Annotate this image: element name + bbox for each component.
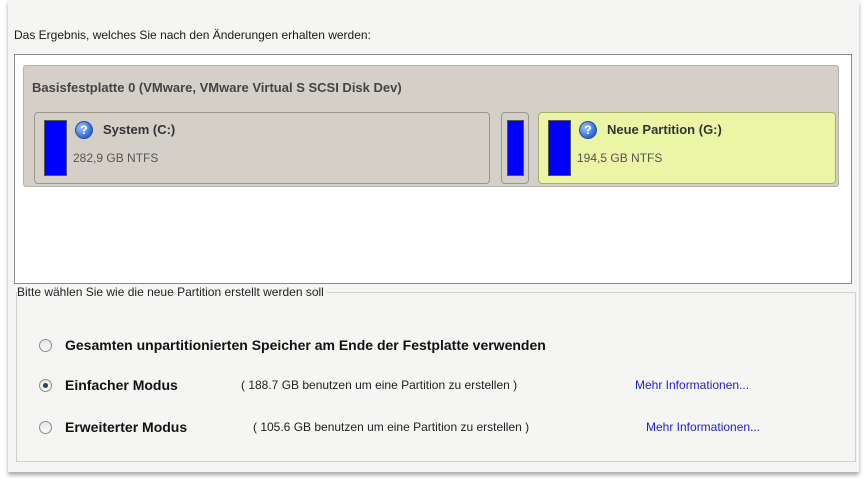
radio-simple-mode[interactable] <box>39 379 52 392</box>
option-label[interactable]: Gesamten unpartitionierten Speicher am E… <box>65 337 546 353</box>
partition-info: 282,9 GB NTFS <box>73 151 159 165</box>
partition-usage-bar <box>548 120 571 176</box>
question-icon: ? <box>579 121 597 139</box>
radio-advanced-mode[interactable] <box>39 421 52 434</box>
radio-use-all[interactable] <box>39 339 52 352</box>
group-legend: Bitte wählen Sie wie die neue Partition … <box>17 285 327 299</box>
disk-map-area: Basisfestplatte 0 (VMware, VMware Virtua… <box>14 54 852 284</box>
more-info-link[interactable]: Mehr Informationen... <box>635 378 749 392</box>
partition-usage-bar <box>507 120 524 176</box>
option-description: ( 188.7 GB benutzen um eine Partition zu… <box>241 378 518 392</box>
partition-new[interactable]: ? Neue Partition (G:) 194,5 GB NTFS <box>538 112 836 184</box>
option-description: ( 105.6 GB benutzen um eine Partition zu… <box>253 420 530 434</box>
partition-usage-bar <box>44 120 67 176</box>
question-icon: ? <box>75 121 93 139</box>
partition-name: System (C:) <box>103 122 176 137</box>
partition-name: Neue Partition (G:) <box>607 122 722 137</box>
result-label: Das Ergebnis, welches Sie nach den Änder… <box>14 28 371 42</box>
option-label[interactable]: Erweiterter Modus <box>65 419 187 435</box>
partition-system[interactable]: ? System (C:) 282,9 GB NTFS <box>34 112 490 184</box>
partition-unallocated[interactable] <box>501 112 529 184</box>
disk-title: Basisfestplatte 0 (VMware, VMware Virtua… <box>32 80 402 95</box>
creation-mode-group: Bitte wählen Sie wie die neue Partition … <box>16 285 856 462</box>
disk-box: Basisfestplatte 0 (VMware, VMware Virtua… <box>23 65 839 187</box>
partition-info: 194,5 GB NTFS <box>577 151 663 165</box>
option-label[interactable]: Einfacher Modus <box>65 377 178 393</box>
wizard-panel: Das Ergebnis, welches Sie nach den Änder… <box>8 0 859 472</box>
more-info-link[interactable]: Mehr Informationen... <box>646 420 760 434</box>
